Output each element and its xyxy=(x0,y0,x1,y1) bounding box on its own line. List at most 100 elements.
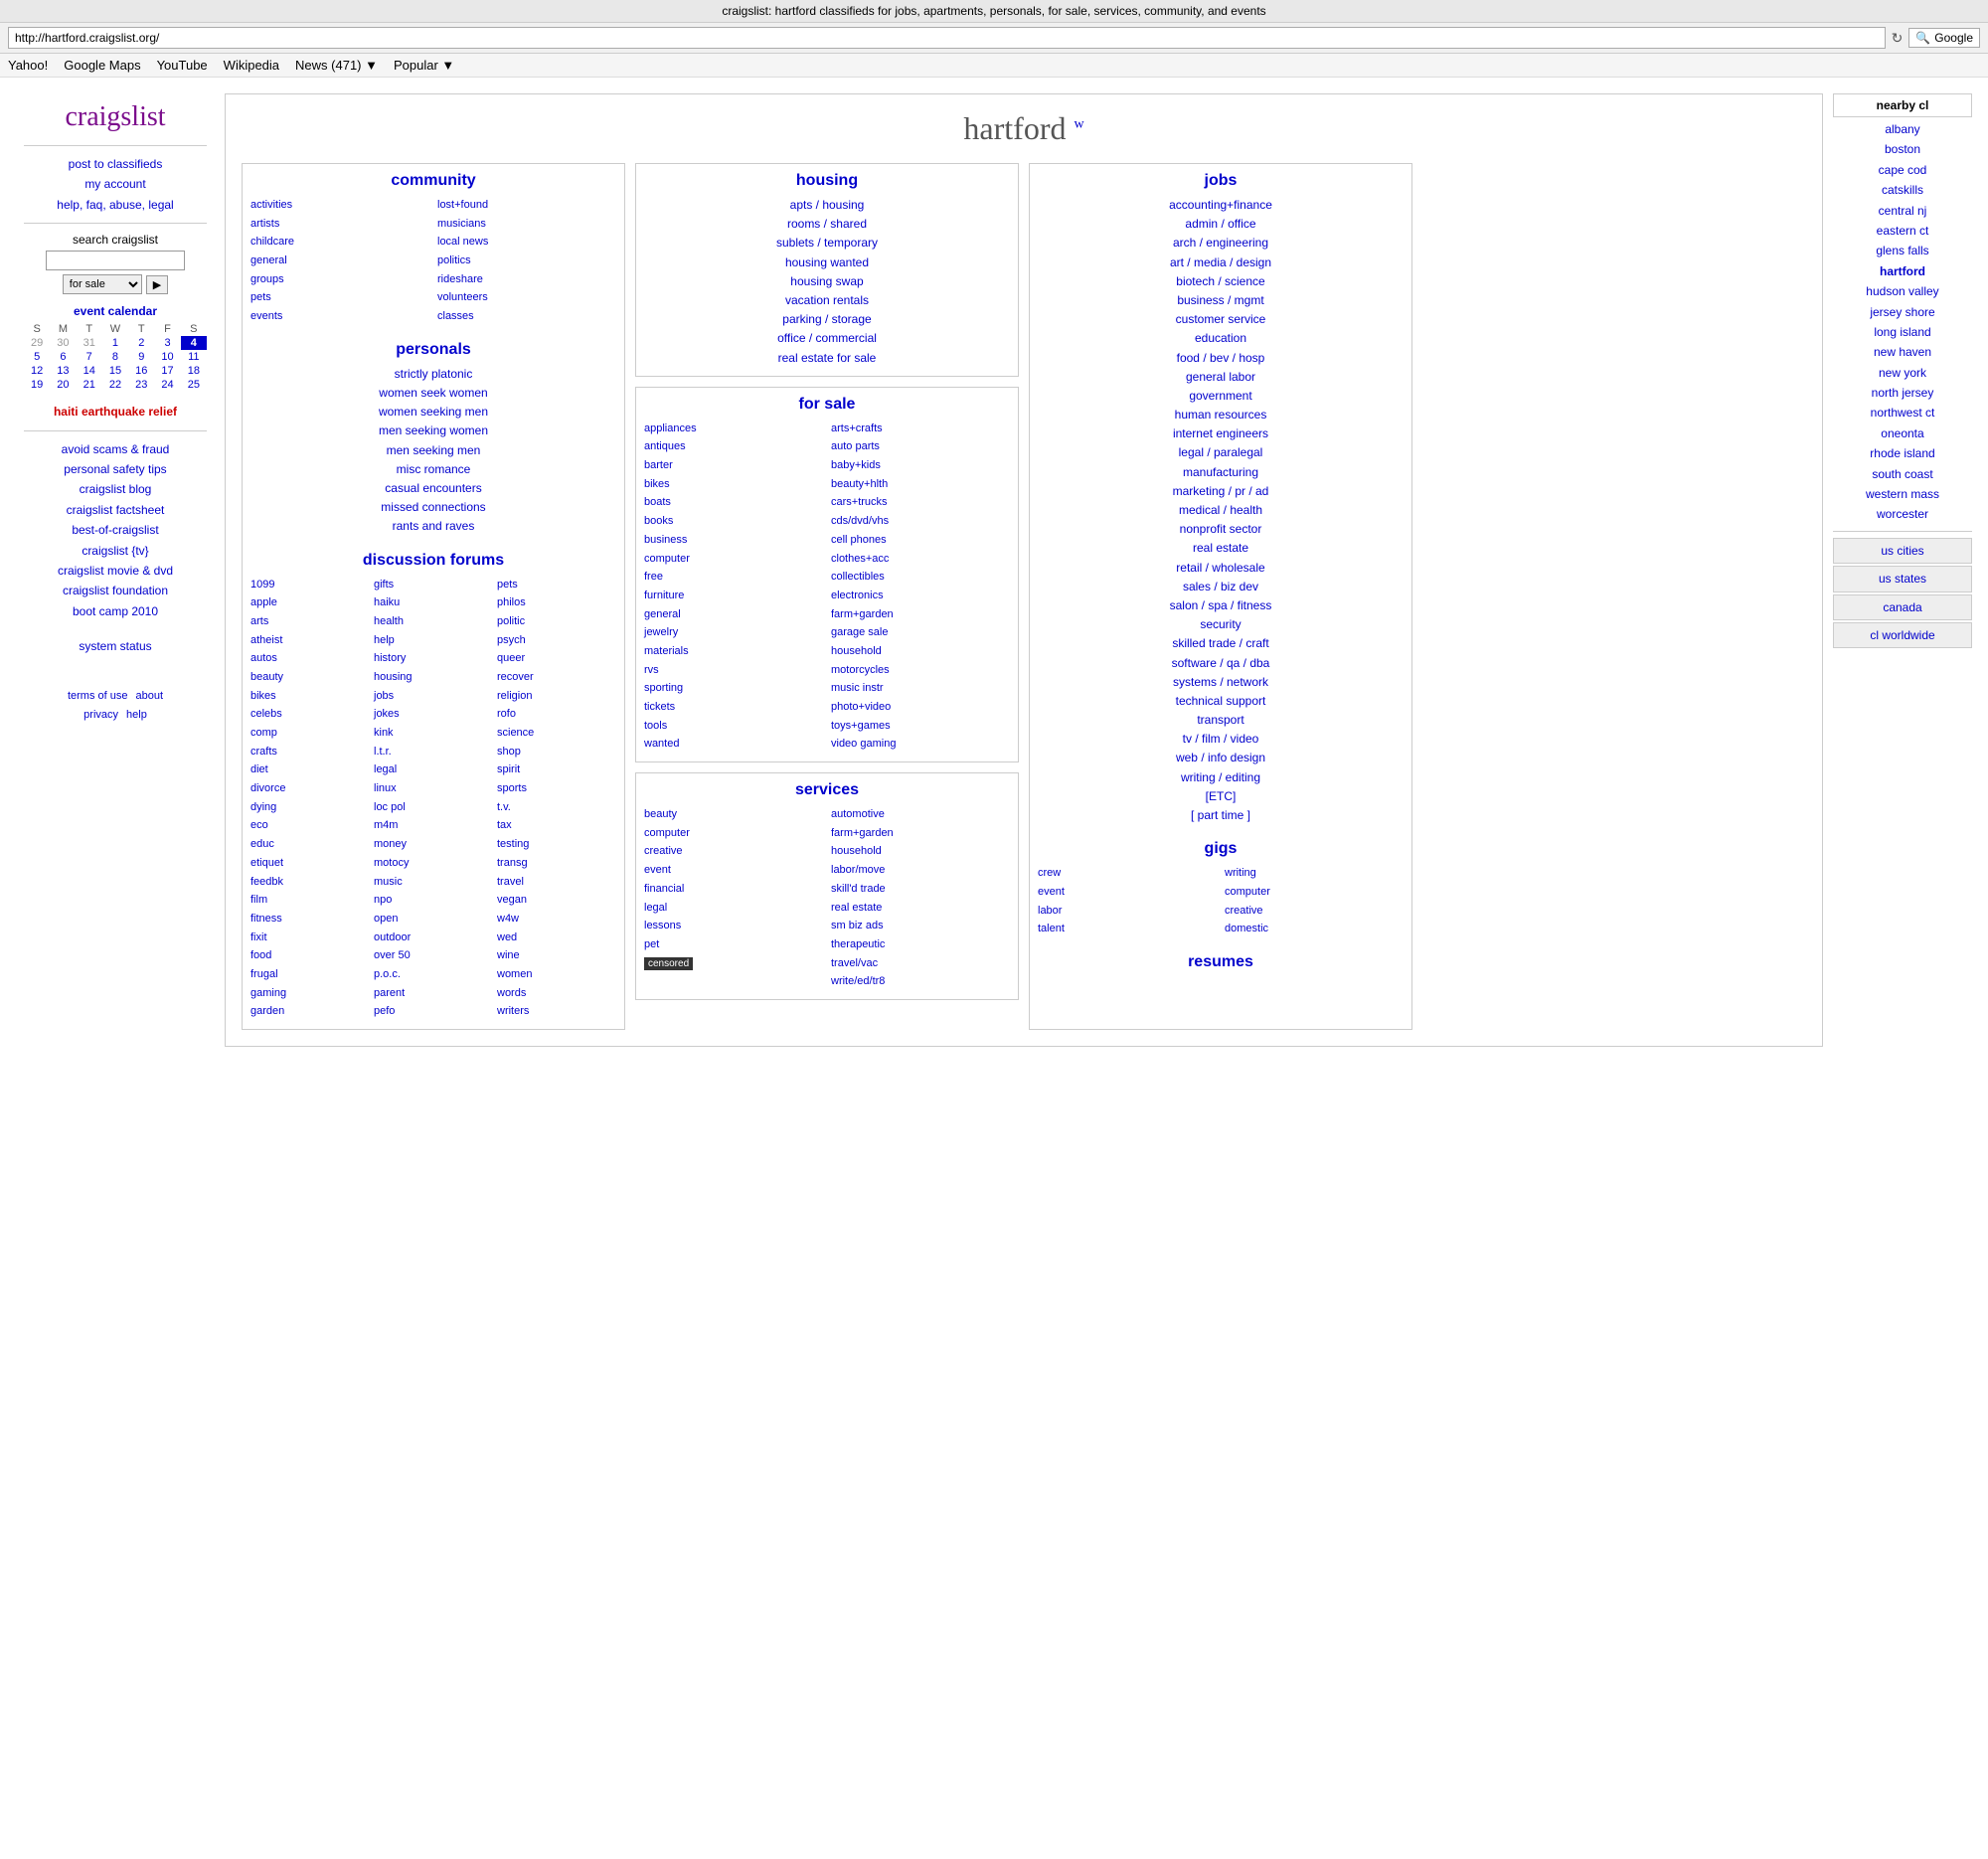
jobs-sales[interactable]: sales / biz dev xyxy=(1038,578,1404,596)
disc-m4m[interactable]: m4m xyxy=(374,816,493,835)
disc-travel[interactable]: travel xyxy=(497,873,616,892)
fs-tools[interactable]: tools xyxy=(644,717,823,736)
cal-date[interactable]: 22 xyxy=(102,378,128,392)
personals-misc-romance[interactable]: misc romance xyxy=(250,460,616,479)
housing-rooms[interactable]: rooms / shared xyxy=(644,215,1010,234)
community-classes[interactable]: classes xyxy=(437,307,616,326)
cal-date[interactable]: 3 xyxy=(154,336,180,350)
disc-linux[interactable]: linux xyxy=(374,779,493,798)
fs-farmgarden[interactable]: farm+garden xyxy=(831,605,1010,624)
search-category-select[interactable]: for sale housing jobs services community… xyxy=(63,274,142,294)
jobs-web[interactable]: web / info design xyxy=(1038,749,1404,767)
rs-capecod[interactable]: cape cod xyxy=(1833,160,1972,180)
disc-1099[interactable]: 1099 xyxy=(250,576,370,594)
jobs-biotech[interactable]: biotech / science xyxy=(1038,272,1404,291)
fs-garagesale[interactable]: garage sale xyxy=(831,623,1010,642)
jobs-security[interactable]: security xyxy=(1038,615,1404,634)
rs-catskills[interactable]: catskills xyxy=(1833,180,1972,200)
fs-electronics[interactable]: electronics xyxy=(831,587,1010,605)
housing-wanted[interactable]: housing wanted xyxy=(644,254,1010,272)
disc-locpol[interactable]: loc pol xyxy=(374,798,493,817)
personals-strictly-platonic[interactable]: strictly platonic xyxy=(250,365,616,384)
fs-autoparts[interactable]: auto parts xyxy=(831,437,1010,456)
cal-date[interactable]: 17 xyxy=(154,364,180,378)
jobs-government[interactable]: government xyxy=(1038,387,1404,406)
fs-free[interactable]: free xyxy=(644,568,823,587)
cal-date-today[interactable]: 4 xyxy=(181,336,207,350)
svc-realestate[interactable]: real estate xyxy=(831,899,1010,918)
jobs-art[interactable]: art / media / design xyxy=(1038,254,1404,272)
svc-travelvac[interactable]: travel/vac xyxy=(831,954,1010,973)
jobs-marketing[interactable]: marketing / pr / ad xyxy=(1038,482,1404,501)
disc-science[interactable]: science xyxy=(497,724,616,743)
rs-easternct[interactable]: eastern ct xyxy=(1833,221,1972,241)
nav-news[interactable]: News (471) ▼ xyxy=(295,58,378,73)
disc-poc[interactable]: p.o.c. xyxy=(374,965,493,984)
foundation-link[interactable]: craigslist foundation xyxy=(24,581,207,600)
cal-date[interactable]: 9 xyxy=(128,350,154,364)
nav-googlemaps[interactable]: Google Maps xyxy=(64,58,140,73)
disc-open[interactable]: open xyxy=(374,910,493,929)
housing-sublets[interactable]: sublets / temporary xyxy=(644,234,1010,253)
community-politics[interactable]: politics xyxy=(437,252,616,270)
cal-date[interactable]: 7 xyxy=(77,350,102,364)
fs-babykids[interactable]: baby+kids xyxy=(831,456,1010,475)
jobs-realestate[interactable]: real estate xyxy=(1038,539,1404,558)
disc-educ[interactable]: educ xyxy=(250,835,370,854)
svc-pet[interactable]: pet xyxy=(644,935,823,954)
disc-tax[interactable]: tax xyxy=(497,816,616,835)
post-to-classifieds-link[interactable]: post to classifieds xyxy=(24,154,207,174)
jobs-skilled[interactable]: skilled trade / craft xyxy=(1038,634,1404,653)
disc-politic[interactable]: politic xyxy=(497,612,616,631)
disc-gifts[interactable]: gifts xyxy=(374,576,493,594)
fs-carstrucks[interactable]: cars+trucks xyxy=(831,493,1010,512)
disc-eco[interactable]: eco xyxy=(250,816,370,835)
svc-creative[interactable]: creative xyxy=(644,842,823,861)
svc-farmgarden[interactable]: farm+garden xyxy=(831,824,1010,843)
disc-fitness[interactable]: fitness xyxy=(250,910,370,929)
disc-kink[interactable]: kink xyxy=(374,724,493,743)
disc-psych[interactable]: psych xyxy=(497,631,616,650)
community-volunteers[interactable]: volunteers xyxy=(437,288,616,307)
disc-celebs[interactable]: celebs xyxy=(250,705,370,724)
cal-date[interactable]: 14 xyxy=(77,364,102,378)
fs-collectibles[interactable]: collectibles xyxy=(831,568,1010,587)
jobs-etc[interactable]: [ETC] xyxy=(1038,787,1404,806)
housing-swap[interactable]: housing swap xyxy=(644,272,1010,291)
disc-fixit[interactable]: fixit xyxy=(250,929,370,947)
fs-books[interactable]: books xyxy=(644,512,823,531)
personal-safety-link[interactable]: personal safety tips xyxy=(24,459,207,479)
housing-parking[interactable]: parking / storage xyxy=(644,310,1010,329)
rs-hartford[interactable]: hartford xyxy=(1833,261,1972,281)
svc-lessons[interactable]: lessons xyxy=(644,917,823,935)
disc-divorce[interactable]: divorce xyxy=(250,779,370,798)
jobs-general[interactable]: general labor xyxy=(1038,368,1404,387)
community-events[interactable]: events xyxy=(250,307,429,326)
system-status-link[interactable]: system status xyxy=(24,636,207,656)
personals-msw[interactable]: men seeking women xyxy=(250,422,616,440)
disc-ltr[interactable]: l.t.r. xyxy=(374,743,493,761)
community-artists[interactable]: artists xyxy=(250,215,429,234)
fs-general[interactable]: general xyxy=(644,605,823,624)
disc-vegan[interactable]: vegan xyxy=(497,891,616,910)
fs-computer[interactable]: computer xyxy=(644,550,823,569)
nav-popular[interactable]: Popular ▼ xyxy=(394,58,454,73)
jobs-hr[interactable]: human resources xyxy=(1038,406,1404,424)
disc-autos[interactable]: autos xyxy=(250,649,370,668)
disc-health[interactable]: health xyxy=(374,612,493,631)
disc-gaming[interactable]: gaming xyxy=(250,984,370,1003)
disc-over50[interactable]: over 50 xyxy=(374,946,493,965)
factsheet-link[interactable]: craigslist factsheet xyxy=(24,500,207,520)
cal-date[interactable]: 12 xyxy=(24,364,50,378)
rs-oneonta[interactable]: oneonta xyxy=(1833,423,1972,443)
jobs-admin[interactable]: admin / office xyxy=(1038,215,1404,234)
disc-writers[interactable]: writers xyxy=(497,1002,616,1021)
gigs-event[interactable]: event xyxy=(1038,883,1217,902)
jobs-education[interactable]: education xyxy=(1038,329,1404,348)
avoid-scams-link[interactable]: avoid scams & fraud xyxy=(24,439,207,459)
help-faq-link[interactable]: help, faq, abuse, legal xyxy=(24,195,207,215)
personals-rants[interactable]: rants and raves xyxy=(250,517,616,536)
disc-apple[interactable]: apple xyxy=(250,593,370,612)
nav-yahoo[interactable]: Yahoo! xyxy=(8,58,48,73)
disc-rofo[interactable]: rofo xyxy=(497,705,616,724)
